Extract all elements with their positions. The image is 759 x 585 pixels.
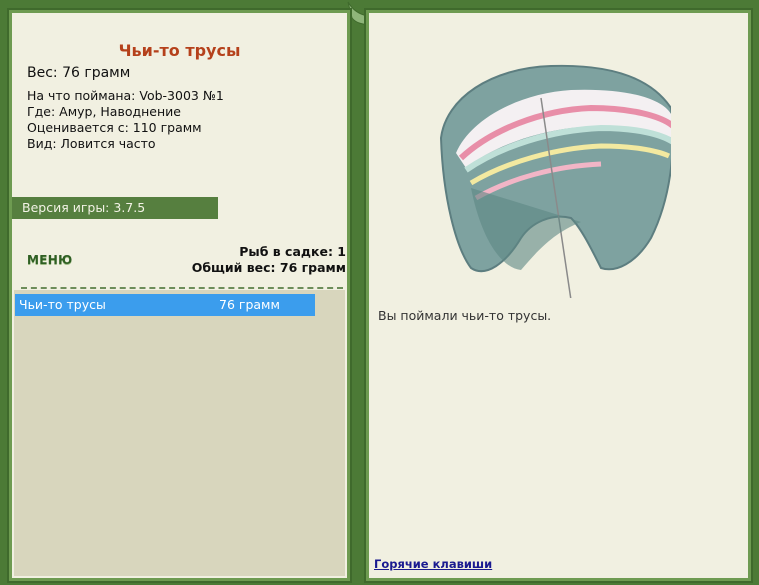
- catch-panel: Вы поймали чьи-то трусы. Горячие клавиши: [364, 8, 753, 583]
- item-caught-on: На что поймана: Vob-3003 №1: [27, 88, 224, 103]
- item-where: Где: Амур, Наводнение: [27, 104, 181, 119]
- item-value: Оценивается с: 110 грамм: [27, 120, 202, 135]
- total-weight: Общий вес: 76 грамм: [191, 260, 346, 275]
- catch-message: Вы поймали чьи-то трусы.: [378, 308, 552, 323]
- item-weight: Вес: 76 грамм: [27, 65, 131, 81]
- divider: [21, 287, 343, 289]
- list-item[interactable]: Чьи-то трусы 76 грамм: [15, 294, 315, 316]
- game-frame: Чьи-то трусы Вес: 76 грамм На что пойман…: [0, 0, 759, 585]
- list-item-weight: 76 грамм: [219, 297, 280, 312]
- keepnet-list: Чьи-то трусы 76 грамм: [14, 290, 345, 576]
- keepnet-stats: Рыб в садке: 1 Общий вес: 76 грамм: [192, 244, 346, 276]
- hotkeys-link[interactable]: Горячие клавиши: [374, 557, 492, 571]
- fish-count: Рыб в садке: 1: [239, 244, 346, 259]
- item-kind: Вид: Ловится часто: [27, 136, 156, 151]
- menu-button[interactable]: МЕНЮ: [27, 253, 72, 267]
- list-item-name: Чьи-то трусы: [19, 297, 106, 312]
- underpants-image-icon: [439, 64, 671, 298]
- game-version: Версия игры: 3.7.5: [12, 197, 218, 219]
- item-title: Чьи-то трусы: [118, 41, 241, 60]
- item-info-panel: Чьи-то трусы Вес: 76 грамм На что пойман…: [7, 8, 352, 583]
